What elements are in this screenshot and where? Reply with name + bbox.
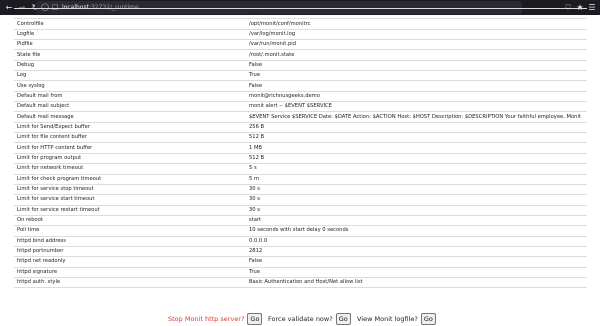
param-name: Limit for file content buffer bbox=[14, 132, 246, 143]
param-value: $EVENT Service $SERVICE Date: $DATE Acti… bbox=[246, 111, 587, 123]
param-value: /var/log/monit.log bbox=[246, 28, 587, 40]
table-row: Log True bbox=[14, 70, 587, 81]
table-row: Limit for service start timeout 30 s bbox=[14, 194, 587, 206]
param-name: Log bbox=[14, 70, 246, 81]
param-value: 1 MB bbox=[246, 142, 587, 154]
param-name: Limit for program output bbox=[14, 152, 246, 164]
table-row: httpd net readonly False bbox=[14, 256, 587, 268]
param-value: False bbox=[246, 256, 587, 268]
param-value: 10 seconds with start delay 0 seconds bbox=[246, 225, 587, 237]
table-row: Limit for network timeout 5 s bbox=[14, 163, 587, 174]
param-value: True bbox=[246, 266, 587, 278]
view-logfile-label: View Monit logfile? bbox=[357, 315, 418, 323]
param-value: 30 s bbox=[246, 204, 587, 216]
back-arrow-icon[interactable]: ← bbox=[4, 0, 14, 15]
stop-http-label: Stop Monit http server? bbox=[168, 315, 245, 323]
force-validate-label: Force validate now? bbox=[268, 315, 333, 323]
table-row: Limit for check program timeout 5 m bbox=[14, 173, 587, 185]
view-logfile-action: View Monit logfile? Go bbox=[357, 312, 436, 326]
param-name: Limit for check program timeout bbox=[14, 173, 246, 185]
table-row: Limit for file content buffer 512 B bbox=[14, 132, 587, 143]
param-value: 5 s bbox=[246, 163, 587, 174]
table-row: Limit for HTTP content buffer 1 MB bbox=[14, 142, 587, 154]
param-name: Debug bbox=[14, 59, 246, 71]
param-name: Controlfile bbox=[14, 18, 246, 30]
param-name: Effective user running Monit bbox=[14, 7, 246, 19]
table-row: Limit for service stop timeout 30 s bbox=[14, 183, 587, 195]
param-name: Limit for service stop timeout bbox=[14, 183, 246, 195]
table-row: Effective user running Monit root bbox=[14, 7, 587, 19]
table-row: Limit for program output 512 B bbox=[14, 152, 587, 164]
table-row: Default mail from monit@richnusgeeks.demo bbox=[14, 90, 587, 102]
param-name: Use syslog bbox=[14, 80, 246, 92]
param-value: start bbox=[246, 214, 587, 226]
force-validate-action: Force validate now? Go bbox=[268, 312, 351, 326]
param-value: monit alert -- $EVENT $SERVICE bbox=[246, 101, 587, 112]
param-name: Limit for service start timeout bbox=[14, 194, 246, 206]
param-value: True bbox=[246, 70, 587, 81]
param-value: /var/run/monit.pid bbox=[246, 39, 587, 50]
table-row: Logfile/var/log/monit.log bbox=[14, 28, 587, 40]
stop-http-go-button[interactable]: Go bbox=[247, 313, 263, 325]
force-validate-go-button[interactable]: Go bbox=[335, 313, 351, 325]
param-value: 5 m bbox=[246, 173, 587, 185]
table-row: Debug False bbox=[14, 59, 587, 71]
param-value: root bbox=[246, 7, 587, 19]
param-value: 512 B bbox=[246, 152, 587, 164]
table-row: Pidfile/var/run/monit.pid bbox=[14, 39, 587, 50]
table-row: Default mail subject monit alert -- $EVEN… bbox=[14, 101, 587, 112]
param-value: /root/.monit.state bbox=[246, 49, 587, 61]
table-row: httpd auth. style Basic Authentication an… bbox=[14, 276, 587, 289]
runtime-params-table: Effective user running Monit root Controlf… bbox=[14, 7, 587, 289]
param-value: Basic Authentication and Host/Net allow … bbox=[246, 276, 587, 289]
param-name: httpd bind address bbox=[14, 235, 246, 247]
menu-icon[interactable]: ☰ bbox=[586, 0, 598, 15]
param-name: Logfile bbox=[14, 28, 246, 40]
param-name: State file bbox=[14, 49, 246, 61]
table-row: Limit for service restart timeout 30 s bbox=[14, 204, 587, 216]
table-row: Use syslog False bbox=[14, 80, 587, 92]
stop-http-action: Stop Monit http server? Go bbox=[168, 312, 263, 326]
table-row: httpd portnumber 2812 bbox=[14, 245, 587, 257]
param-name: Poll time bbox=[14, 225, 246, 237]
view-logfile-go-button[interactable]: Go bbox=[420, 313, 436, 325]
param-value: 256 B bbox=[246, 121, 587, 133]
param-value: /opt/monit/conf/monitrc bbox=[246, 18, 587, 30]
param-name: Default mail subject bbox=[14, 101, 246, 112]
param-name: Pidfile bbox=[14, 39, 246, 50]
table-row: httpd signature True bbox=[14, 266, 587, 278]
page-content: Effective user running Monit root Controlf… bbox=[0, 7, 600, 325]
param-value: 2812 bbox=[246, 245, 587, 257]
param-name: Default mail from bbox=[14, 90, 246, 102]
table-row: State file/root/.monit.state bbox=[14, 49, 587, 61]
param-value: 30 s bbox=[246, 194, 587, 206]
param-name: Limit for service restart timeout bbox=[14, 204, 246, 216]
table-row: On reboot start bbox=[14, 214, 587, 226]
actions-bar: Stop Monit http server? Go Force validat… bbox=[0, 312, 600, 326]
param-name: httpd net readonly bbox=[14, 256, 246, 268]
param-name: httpd auth. style bbox=[14, 276, 246, 289]
param-name: On reboot bbox=[14, 214, 246, 226]
param-name: httpd portnumber bbox=[14, 245, 246, 257]
table-row: Controlfile/opt/monit/conf/monitrc bbox=[14, 18, 587, 30]
param-name: Limit for network timeout bbox=[14, 163, 246, 174]
param-value: monit@richnusgeeks.demo bbox=[246, 90, 587, 102]
param-value: False bbox=[246, 80, 587, 92]
table-row: Poll time 10 seconds with start delay 0 s… bbox=[14, 225, 587, 237]
param-name: Limit for Send/Expect buffer bbox=[14, 121, 246, 133]
param-name: Limit for HTTP content buffer bbox=[14, 142, 246, 154]
param-name: Default mail message bbox=[14, 111, 246, 123]
param-value: 30 s bbox=[246, 183, 587, 195]
param-name: httpd signature bbox=[14, 266, 246, 278]
param-value: 0.0.0.0 bbox=[246, 235, 587, 247]
table-row: httpd bind address 0.0.0.0 bbox=[14, 235, 587, 247]
table-row: Limit for Send/Expect buffer 256 B bbox=[14, 121, 587, 133]
param-value: 512 B bbox=[246, 132, 587, 143]
param-value: False bbox=[246, 59, 587, 71]
table-row: Default mail message $EVENT Service $SERV… bbox=[14, 111, 587, 123]
